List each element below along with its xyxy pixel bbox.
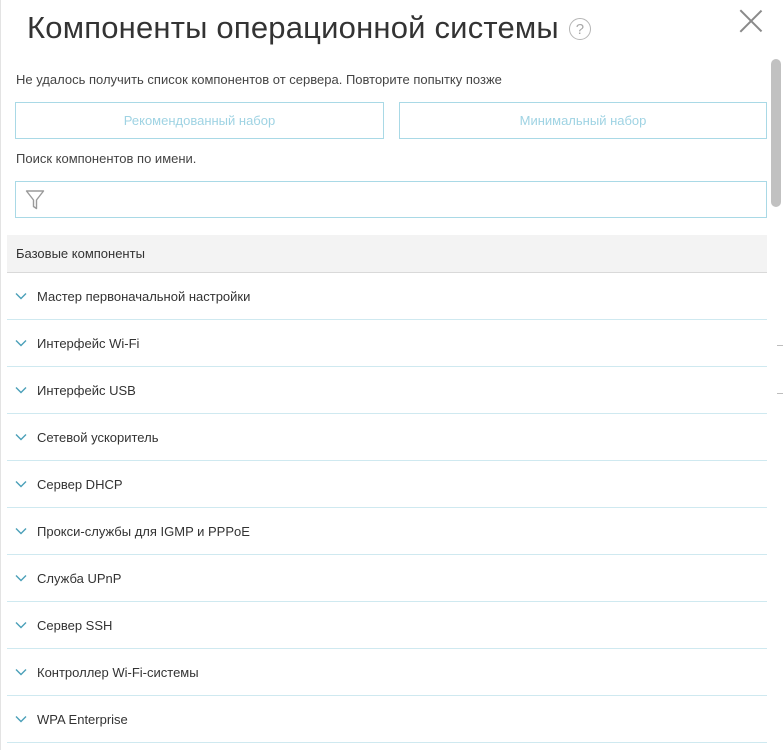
chevron-down-icon — [15, 387, 27, 394]
dialog-header: Компоненты операционной системы ? — [27, 6, 591, 50]
list-item[interactable]: Служба UPnP — [7, 555, 767, 602]
chevron-down-icon — [15, 575, 27, 582]
edge-divider — [777, 345, 783, 346]
list-item-label: Служба UPnP — [37, 570, 122, 586]
filter-icon — [25, 189, 45, 209]
section-header-base-components: Базовые компоненты — [7, 235, 767, 273]
chevron-down-icon — [15, 669, 27, 676]
components-dialog: Компоненты операционной системы ? Не уда… — [0, 0, 783, 750]
list-item-label: Интерфейс Wi-Fi — [37, 335, 140, 351]
list-item-label: Прокси-службы для IGMP и PPPoE — [37, 523, 250, 539]
list-item-label: WPA Enterprise — [37, 711, 128, 727]
chevron-down-icon — [15, 293, 27, 300]
error-message: Не удалось получить список компонентов о… — [16, 72, 502, 87]
list-item-label: Сервер DHCP — [37, 476, 123, 492]
list-item-label: Сетевой ускоритель — [37, 429, 159, 445]
list-item[interactable]: Мастер первоначальной настройки — [7, 273, 767, 320]
vertical-scrollbar[interactable] — [768, 56, 783, 750]
chevron-down-icon — [15, 622, 27, 629]
edge-divider — [777, 393, 783, 394]
close-icon[interactable] — [737, 6, 765, 34]
list-item-label: Интерфейс USB — [37, 382, 136, 398]
component-list: Мастер первоначальной настройки Интерфей… — [7, 273, 767, 743]
list-item-label: Мастер первоначальной настройки — [37, 288, 251, 304]
list-item-label: Контроллер Wi-Fi-системы — [37, 664, 199, 680]
search-label: Поиск компонентов по имени. — [16, 151, 197, 166]
list-item-label: Сервер SSH — [37, 617, 113, 633]
dialog-title: Компоненты операционной системы — [27, 10, 559, 45]
scrollbar-thumb[interactable] — [771, 59, 781, 207]
chevron-down-icon — [15, 434, 27, 441]
list-item[interactable]: WPA Enterprise — [7, 696, 767, 743]
chevron-down-icon — [15, 716, 27, 723]
list-item[interactable]: Интерфейс USB — [7, 367, 767, 414]
search-input[interactable] — [45, 182, 766, 217]
list-item[interactable]: Контроллер Wi-Fi-системы — [7, 649, 767, 696]
list-item[interactable]: Сервер DHCP — [7, 461, 767, 508]
chevron-down-icon — [15, 340, 27, 347]
search-field — [15, 181, 767, 218]
help-icon[interactable]: ? — [568, 18, 591, 40]
list-item[interactable]: Сервер SSH — [7, 602, 767, 649]
list-item[interactable]: Прокси-службы для IGMP и PPPoE — [7, 508, 767, 555]
recommended-set-button[interactable]: Рекомендованный набор — [15, 102, 384, 139]
chevron-down-icon — [15, 481, 27, 488]
minimal-set-button[interactable]: Минимальный набор — [399, 102, 767, 139]
list-item[interactable]: Сетевой ускоритель — [7, 414, 767, 461]
chevron-down-icon — [15, 528, 27, 535]
list-item[interactable]: Интерфейс Wi-Fi — [7, 320, 767, 367]
